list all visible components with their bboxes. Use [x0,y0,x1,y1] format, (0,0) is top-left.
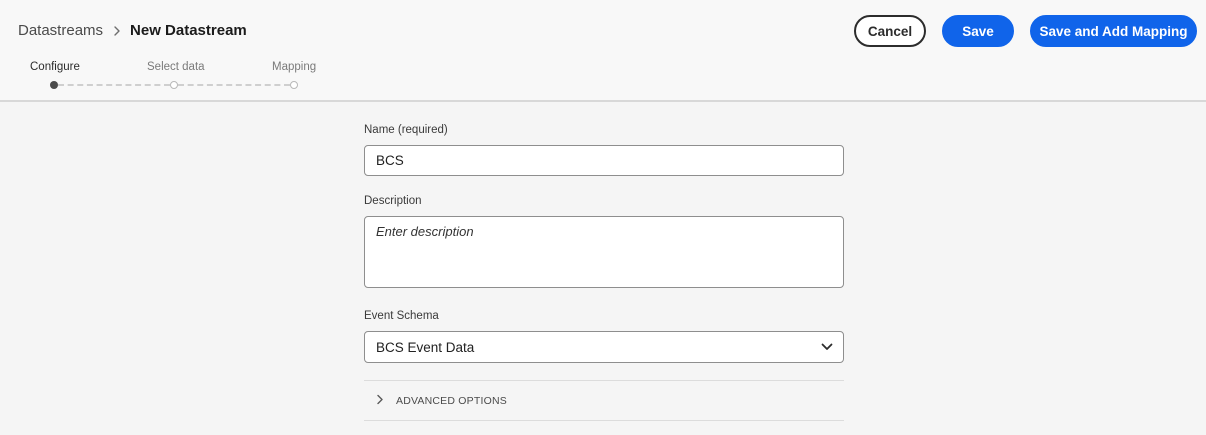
chevron-right-icon [376,392,384,410]
step-label-select-data: Select data [147,61,205,73]
page-title: New Datastream [130,22,247,39]
step-dot-mapping [290,81,298,89]
step-connector [178,84,290,86]
datastream-form: Name (required) BCS Description Enter de… [364,124,844,421]
advanced-options-toggle[interactable]: ADVANCED OPTIONS [364,380,844,421]
step-dot-configure [50,81,58,89]
description-textarea[interactable]: Enter description [364,216,844,288]
name-label: Name (required) [364,124,448,136]
step-label-configure: Configure [30,61,80,73]
event-schema-label: Event Schema [364,310,439,322]
description-label: Description [364,195,422,207]
event-schema-value: BCS Event Data [376,339,475,355]
name-input[interactable]: BCS [364,145,844,176]
cancel-button[interactable]: Cancel [854,15,926,47]
step-connector [58,84,170,86]
step-dot-select-data [170,81,178,89]
step-label-mapping: Mapping [272,61,317,73]
chevron-down-icon [821,343,833,351]
advanced-options-label: ADVANCED OPTIONS [396,394,507,407]
page-header: Datastreams New Datastream Cancel Save S… [0,0,1206,102]
save-and-add-mapping-button[interactable]: Save and Add Mapping [1030,15,1197,47]
breadcrumb-datastreams-link[interactable]: Datastreams [18,22,103,39]
save-button[interactable]: Save [942,15,1014,47]
chevron-right-icon [113,25,121,36]
header-actions: Cancel Save Save and Add Mapping [854,15,1197,47]
event-schema-select[interactable]: BCS Event Data [364,331,844,363]
breadcrumb: Datastreams New Datastream [18,22,247,39]
